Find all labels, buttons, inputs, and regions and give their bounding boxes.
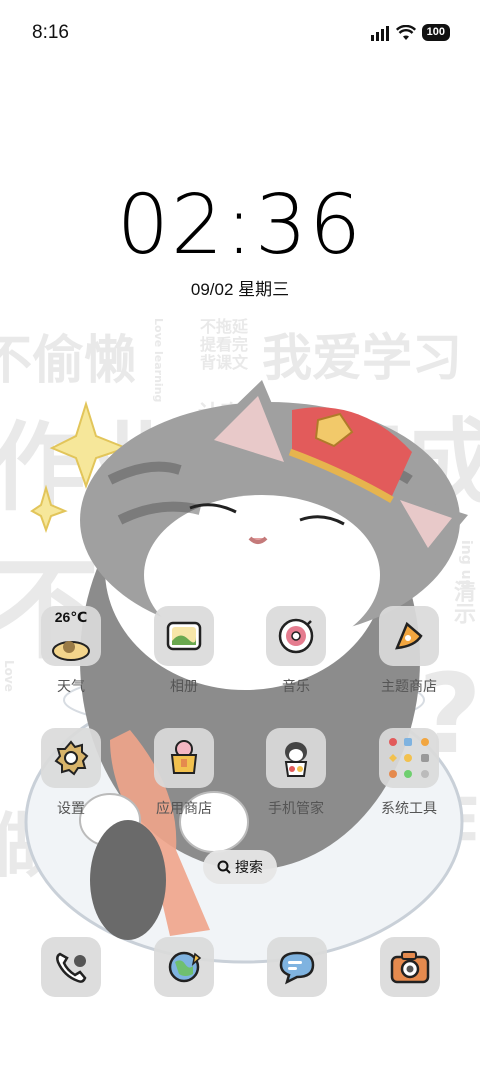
app-label: 主题商店 (381, 678, 437, 694)
wallpaper: 不偷懒 Love learning 不拖延 提看完 背课文 我爱学习 认真 作业… (0, 0, 480, 1067)
app-system-tools[interactable]: 系统工具 (357, 728, 461, 818)
search-icon (217, 860, 231, 874)
dock-messages[interactable] (267, 937, 327, 997)
app-label: 手机管家 (268, 800, 324, 816)
app-app-store[interactable]: 应用商店 (132, 728, 236, 818)
app-settings[interactable]: 设置 (19, 728, 123, 818)
signal-icon (370, 25, 389, 41)
search-label: 搜索 (235, 859, 263, 875)
dock-phone[interactable] (41, 937, 101, 997)
status-time: 8:16 (32, 22, 69, 43)
phone-icon (56, 952, 87, 983)
app-label: 应用商店 (156, 800, 212, 816)
app-label: 音乐 (282, 678, 310, 694)
search-button[interactable]: 搜索 (203, 850, 277, 884)
music-icon (266, 606, 326, 666)
weather-icon: 26℃ (41, 606, 101, 666)
app-label: 相册 (170, 678, 198, 694)
wifi-icon (395, 24, 416, 40)
app-weather[interactable]: 26℃ 天气 (19, 606, 123, 696)
theme-store-icon (379, 606, 439, 666)
status-icons: 100 (370, 24, 450, 41)
browser-icon (168, 951, 202, 983)
gallery-icon (154, 606, 214, 666)
system-tools-folder-icon (379, 728, 439, 788)
app-phone-manager[interactable]: 手机管家 (244, 728, 348, 818)
dock-camera[interactable] (380, 937, 440, 997)
phone-manager-icon (266, 728, 326, 788)
app-music[interactable]: 音乐 (244, 606, 348, 696)
dock-browser[interactable] (154, 937, 214, 997)
app-store-icon (154, 728, 214, 788)
clock-widget[interactable]: 02:36 (0, 178, 480, 273)
app-label: 系统工具 (381, 800, 437, 816)
date-label: 09/02 星期三 (190, 280, 290, 299)
app-label: 设置 (57, 800, 85, 816)
app-label: 天气 (57, 678, 85, 694)
settings-icon (41, 728, 101, 788)
app-theme-store[interactable]: 主题商店 (357, 606, 461, 696)
cat-illustration (24, 380, 468, 964)
battery-indicator: 100 (421, 24, 450, 41)
status-bar: 8:16 100 (0, 0, 480, 68)
messages-icon (279, 951, 315, 985)
app-gallery[interactable]: 相册 (132, 606, 236, 696)
weather-temperature: 26℃ (54, 609, 88, 625)
camera-icon (390, 951, 430, 984)
